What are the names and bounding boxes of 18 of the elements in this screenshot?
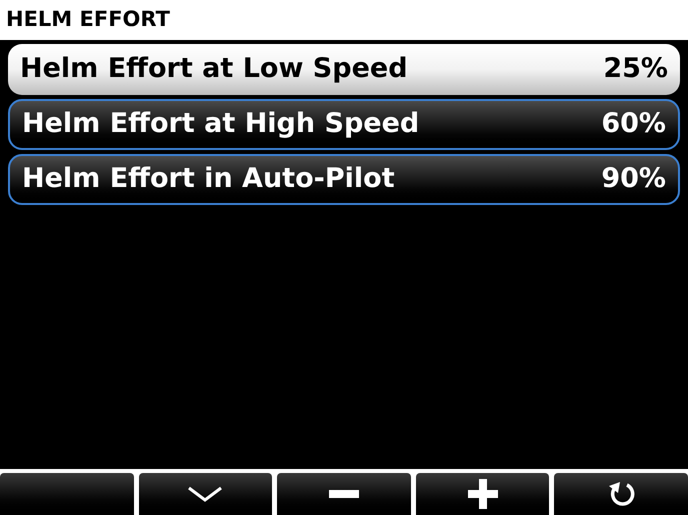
screen-title: HELM EFFORT [6,6,170,34]
item-label: Helm Effort at Low Speed [20,52,408,86]
softkey-button[interactable] [138,473,272,515]
softkey-button[interactable] [277,473,411,515]
rotate-arrow-icon [607,480,636,508]
item-label: Helm Effort at High Speed [22,107,420,142]
plus-icon [468,479,498,509]
menu-item[interactable]: Helm Effort at Low Speed 25% [8,44,680,95]
menu-item[interactable]: Helm Effort at High Speed 60% [8,99,680,150]
item-value: 90% [601,162,666,196]
softkey-button[interactable] [554,473,688,515]
item-value: 60% [601,107,666,142]
minus-icon [328,490,359,498]
item-label: Helm Effort in Auto-Pilot [22,162,395,196]
chevron-down-icon [186,484,224,504]
menu-item[interactable]: Helm Effort in Auto-Pilot 90% [8,154,680,205]
item-value: 25% [603,52,668,86]
softkey-button[interactable] [416,473,550,515]
